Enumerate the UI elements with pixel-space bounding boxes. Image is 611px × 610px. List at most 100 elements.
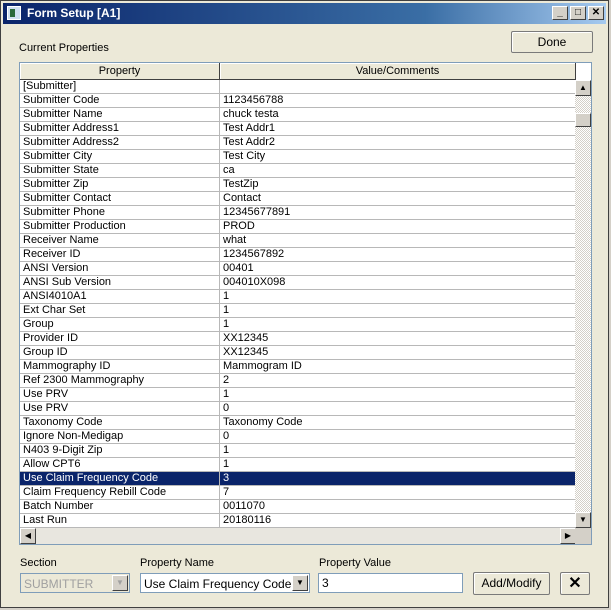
value-cell[interactable]: Test City [220, 150, 576, 164]
property-cell[interactable]: Provider ID [20, 332, 220, 346]
scroll-up-icon[interactable]: ▲ [575, 80, 591, 96]
property-cell[interactable]: Submitter Code [20, 94, 220, 108]
value-cell[interactable]: 2 [220, 374, 576, 388]
property-cell[interactable]: Use Claim Frequency Code [20, 472, 220, 486]
vertical-scrollbar[interactable]: ▲ ▼ [575, 80, 591, 528]
delete-button[interactable]: ✕ [560, 572, 590, 595]
table-row[interactable]: Submitter Code 1123456788 [20, 94, 576, 108]
value-cell[interactable]: XX12345 [220, 346, 576, 360]
table-row[interactable]: Ref 2300 Mammography 2 [20, 374, 576, 388]
minimize-button[interactable]: _ [552, 6, 568, 20]
value-cell[interactable]: ca [220, 164, 576, 178]
value-cell[interactable]: Mammogram ID [220, 360, 576, 374]
value-cell[interactable]: 1 [220, 458, 576, 472]
table-row[interactable]: Submitter Contact Contact [20, 192, 576, 206]
table-row[interactable]: Allow CPT6 1 [20, 458, 576, 472]
property-cell[interactable]: Submitter Production [20, 220, 220, 234]
value-cell[interactable]: 1 [220, 388, 576, 402]
table-row[interactable]: Submitter State ca [20, 164, 576, 178]
value-cell[interactable]: PROD [220, 220, 576, 234]
value-cell[interactable]: 1 [220, 318, 576, 332]
table-row[interactable]: Submitter Phone 12345677891 [20, 206, 576, 220]
value-cell[interactable]: 1 [220, 290, 576, 304]
table-row[interactable]: Submitter Name chuck testa [20, 108, 576, 122]
property-cell[interactable]: Mammography ID [20, 360, 220, 374]
value-cell[interactable]: 1234567892 [220, 248, 576, 262]
property-cell[interactable]: Submitter Address2 [20, 136, 220, 150]
property-cell[interactable]: Submitter State [20, 164, 220, 178]
property-cell[interactable]: Claim Frequency Rebill Code [20, 486, 220, 500]
scroll-right-icon[interactable]: ▶ [560, 528, 576, 544]
table-row[interactable]: Claim Frequency Rebill Code 7 [20, 486, 576, 500]
value-cell[interactable]: Taxonomy Code [220, 416, 576, 430]
property-cell[interactable]: Submitter Contact [20, 192, 220, 206]
value-cell[interactable]: chuck testa [220, 108, 576, 122]
scroll-track[interactable] [575, 96, 591, 512]
property-cell[interactable]: Ext Char Set [20, 304, 220, 318]
table-row[interactable]: Use PRV 0 [20, 402, 576, 416]
table-row[interactable]: Submitter Zip TestZip [20, 178, 576, 192]
property-cell[interactable]: Group ID [20, 346, 220, 360]
table-row[interactable]: ANSI Sub Version 004010X098 [20, 276, 576, 290]
table-row[interactable]: Receiver ID 1234567892 [20, 248, 576, 262]
property-cell[interactable]: Group [20, 318, 220, 332]
value-cell[interactable]: 004010X098 [220, 276, 576, 290]
column-header-property[interactable]: Property [20, 63, 220, 80]
value-cell[interactable]: Test Addr1 [220, 122, 576, 136]
table-row[interactable]: Ignore Non-Medigap 0 [20, 430, 576, 444]
scroll-down-icon[interactable]: ▼ [575, 512, 591, 528]
value-cell[interactable]: XX12345 [220, 332, 576, 346]
property-cell[interactable]: Submitter Phone [20, 206, 220, 220]
table-row[interactable]: Group 1 [20, 318, 576, 332]
table-row[interactable]: Submitter Address1 Test Addr1 [20, 122, 576, 136]
value-cell[interactable]: what [220, 234, 576, 248]
value-cell[interactable]: 0 [220, 402, 576, 416]
value-cell[interactable]: 20180116 [220, 514, 576, 528]
scroll-left-icon[interactable]: ◀ [20, 528, 36, 544]
property-cell[interactable]: Taxonomy Code [20, 416, 220, 430]
table-row[interactable]: Receiver Name what [20, 234, 576, 248]
property-cell[interactable]: N403 9-Digit Zip [20, 444, 220, 458]
property-cell[interactable]: ANSI Version [20, 262, 220, 276]
table-row[interactable]: ANSI Version 00401 [20, 262, 576, 276]
property-cell[interactable]: Allow CPT6 [20, 458, 220, 472]
value-cell[interactable]: 0011070 [220, 500, 576, 514]
property-value-input[interactable]: 3 [318, 573, 463, 593]
horizontal-scrollbar[interactable]: ◀ ▶ [20, 528, 576, 544]
table-row[interactable]: Use PRV 1 [20, 388, 576, 402]
property-cell[interactable]: ANSI4010A1 [20, 290, 220, 304]
table-row[interactable]: Provider ID XX12345 [20, 332, 576, 346]
value-cell[interactable]: Test Addr2 [220, 136, 576, 150]
table-row[interactable]: ANSI4010A1 1 [20, 290, 576, 304]
table-row[interactable]: [Submitter] [20, 80, 576, 94]
chevron-down-icon[interactable]: ▼ [292, 575, 308, 591]
property-cell[interactable]: [Submitter] [20, 80, 220, 94]
property-cell[interactable]: Use PRV [20, 388, 220, 402]
table-row[interactable]: Submitter City Test City [20, 150, 576, 164]
property-cell[interactable]: Submitter Zip [20, 178, 220, 192]
value-cell[interactable]: 1 [220, 304, 576, 318]
value-cell[interactable]: 1 [220, 444, 576, 458]
properties-grid[interactable]: Property Value/Comments [Submitter] Submi… [19, 62, 592, 545]
title-bar[interactable]: Form Setup [A1] _ □ ✕ [3, 3, 606, 24]
property-cell[interactable]: Last Run [20, 514, 220, 528]
table-row[interactable]: Use Claim Frequency Code 3 [20, 472, 576, 486]
property-name-dropdown[interactable]: Use Claim Frequency Code ▼ [140, 573, 310, 593]
value-cell[interactable]: 1123456788 [220, 94, 576, 108]
table-row[interactable]: Taxonomy Code Taxonomy Code [20, 416, 576, 430]
property-cell[interactable]: Ref 2300 Mammography [20, 374, 220, 388]
table-row[interactable]: Submitter Address2 Test Addr2 [20, 136, 576, 150]
value-cell[interactable]: TestZip [220, 178, 576, 192]
table-row[interactable]: Last Run 20180116 [20, 514, 576, 528]
maximize-button[interactable]: □ [570, 6, 586, 20]
scroll-thumb[interactable] [575, 113, 591, 127]
value-cell[interactable] [220, 80, 576, 94]
done-button[interactable]: Done [511, 31, 593, 53]
property-cell[interactable]: Submitter City [20, 150, 220, 164]
value-cell[interactable]: 3 [220, 472, 576, 486]
table-row[interactable]: Submitter Production PROD [20, 220, 576, 234]
value-cell[interactable]: Contact [220, 192, 576, 206]
value-cell[interactable]: 7 [220, 486, 576, 500]
property-cell[interactable]: Batch Number [20, 500, 220, 514]
add-modify-button[interactable]: Add/Modify [473, 572, 550, 595]
